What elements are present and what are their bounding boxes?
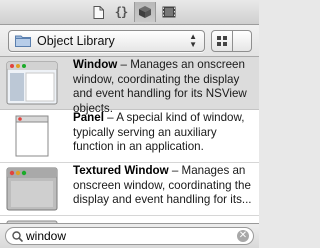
library-tab-bar: {} [0, 0, 259, 25]
list-item-window[interactable]: Window – Manages an onscreen window, coo… [0, 57, 259, 115]
film-icon [162, 6, 176, 18]
braces-icon: {} [114, 5, 128, 19]
view-mode-toggle [211, 30, 252, 52]
tab-object-library[interactable] [134, 2, 156, 22]
list-item-panel[interactable]: Panel – A special kind of window, typica… [0, 110, 259, 163]
tab-file-template-library[interactable] [87, 2, 109, 22]
textured-window-thumbnail-icon [6, 167, 58, 211]
library-popup-label: Object Library [37, 34, 115, 48]
clear-search-icon[interactable]: ✕ [237, 230, 249, 242]
cube-icon [139, 6, 151, 18]
grid-view-button[interactable] [212, 31, 233, 51]
grid-view-icon [217, 36, 227, 46]
list-item-title: Panel [73, 111, 104, 124]
filter-bar: ✕ [0, 223, 259, 248]
list-item-partial[interactable] [0, 216, 259, 223]
search-icon [12, 231, 23, 242]
filter-input[interactable] [26, 228, 226, 244]
up-down-arrows-icon: ▲ ▼ [189, 32, 197, 49]
list-item-textured-window[interactable]: Textured Window – Manages an onscreen wi… [0, 163, 259, 216]
list-item-description: Window – Manages an onscreen window, coo… [73, 58, 255, 116]
library-popup-button[interactable]: Object Library ▲ ▼ [8, 30, 205, 52]
library-selector-row: Object Library ▲ ▼ [0, 25, 259, 57]
list-item-description: Panel – A special kind of window, typica… [73, 111, 255, 155]
folder-icon [15, 35, 31, 47]
tab-media-library[interactable] [158, 2, 180, 22]
tab-code-snippet-library[interactable]: {} [110, 2, 132, 22]
filter-field[interactable]: ✕ [5, 227, 254, 245]
list-item-title: Window [73, 58, 118, 71]
list-item-description: Textured Window – Manages an onscreen wi… [73, 164, 255, 208]
document-icon [93, 5, 104, 19]
panel-thumbnail-icon [15, 115, 49, 157]
object-library-list: Window – Manages an onscreen window, coo… [0, 57, 259, 223]
list-item-title: Textured Window [73, 164, 169, 177]
window-thumbnail-icon [6, 61, 58, 105]
